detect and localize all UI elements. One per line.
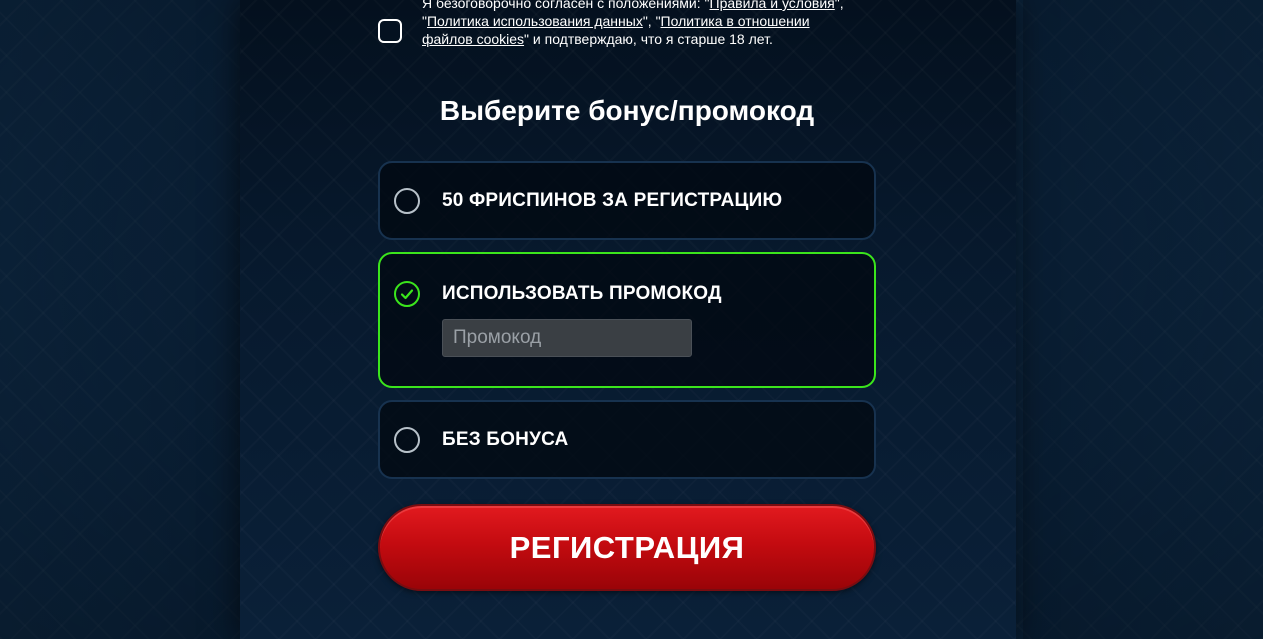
- bonus-option-label: ИСПОЛЬЗОВАТЬ ПРОМОКОД: [442, 283, 722, 304]
- radio-button[interactable]: [394, 188, 420, 214]
- bonus-option-label: 50 ФРИСПИНОВ ЗА РЕГИСТРАЦИЮ: [442, 190, 783, 211]
- radio-button[interactable]: [394, 427, 420, 453]
- radio-button-selected[interactable]: [394, 281, 420, 307]
- background-left: [0, 0, 240, 639]
- promocode-input[interactable]: [442, 319, 692, 357]
- terms-prefix: Я безоговорочно согласен с положениями: …: [422, 0, 710, 11]
- bonus-option-label: БЕЗ БОНУСА: [442, 429, 569, 450]
- terms-suffix: " и подтверждаю, что я старше 18 лет.: [524, 31, 773, 47]
- data-policy-link[interactable]: Политика использования данных: [427, 13, 643, 29]
- rules-link[interactable]: Правила и условия: [710, 0, 835, 11]
- check-icon: [400, 289, 414, 300]
- background-right: [1023, 0, 1263, 639]
- terms-separator: ", ": [642, 13, 661, 29]
- bonus-option-freespins[interactable]: 50 ФРИСПИНОВ ЗА РЕГИСТРАЦИЮ: [378, 161, 876, 240]
- bonus-section-title: Выберите бонус/промокод: [439, 95, 815, 126]
- register-button[interactable]: РЕГИСТРАЦИЯ: [378, 504, 876, 591]
- terms-checkbox[interactable]: [378, 19, 402, 43]
- bonus-option-none[interactable]: БЕЗ БОНУСА: [378, 400, 876, 479]
- bonus-option-promocode[interactable]: ИСПОЛЬЗОВАТЬ ПРОМОКОД: [378, 252, 876, 388]
- terms-text: Я безоговорочно согласен с положениями: …: [422, 0, 862, 48]
